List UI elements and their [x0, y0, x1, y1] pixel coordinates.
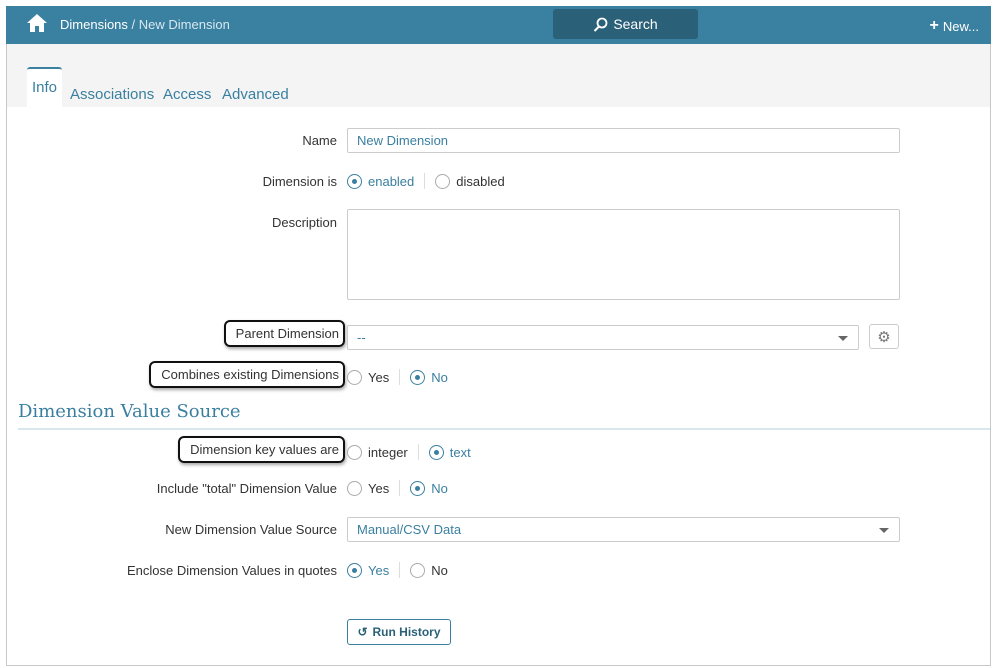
breadcrumb-separator: /	[127, 17, 139, 32]
description-label: Description	[271, 215, 337, 230]
top-bar: Dimensions / New Dimension Search + New..…	[6, 6, 991, 44]
parent-dimension-label: Parent Dimension	[223, 320, 345, 347]
combines-radio-group: Yes No	[347, 369, 448, 385]
breadcrumb-root[interactable]: Dimensions	[60, 17, 128, 32]
combines-label: Combines existing Dimensions	[149, 361, 345, 388]
radio-combines-yes[interactable]: Yes	[347, 369, 389, 385]
name-input[interactable]: New Dimension	[347, 128, 900, 153]
key-values-radio-group: integer text	[347, 444, 471, 460]
enclose-quotes-label: Enclose Dimension Values in quotes	[126, 563, 337, 578]
history-icon: ↺	[357, 625, 368, 639]
enclose-quotes-radio-group: Yes No	[347, 562, 448, 578]
include-total-radio-group: Yes No	[347, 480, 448, 496]
tab-info[interactable]: Info	[27, 67, 62, 108]
radio-disabled[interactable]: disabled	[435, 173, 505, 189]
radio-quotes-yes[interactable]: Yes	[347, 562, 389, 578]
chevron-down-icon	[879, 527, 889, 533]
key-values-label: Dimension key values are	[178, 436, 345, 463]
breadcrumb: Dimensions / New Dimension	[60, 17, 230, 32]
dimension-is-label: Dimension is	[262, 174, 337, 189]
radio-total-yes[interactable]: Yes	[347, 480, 389, 496]
parent-dimension-value: --	[357, 330, 366, 345]
radio-total-no[interactable]: No	[410, 480, 448, 496]
tab-bar: Info Associations Access Advanced	[7, 44, 990, 108]
search-label: Search	[613, 16, 658, 32]
new-label: New...	[942, 18, 979, 34]
plus-icon: +	[929, 17, 939, 34]
home-icon[interactable]	[26, 13, 48, 36]
value-source-label: New Dimension Value Source	[165, 522, 337, 537]
tab-advanced[interactable]: Advanced	[222, 86, 289, 103]
radio-quotes-no[interactable]: No	[410, 562, 448, 578]
search-button[interactable]: Search	[553, 9, 698, 39]
value-source-select[interactable]: Manual/CSV Data	[347, 517, 900, 542]
tab-associations[interactable]: Associations	[70, 86, 154, 103]
radio-combines-no[interactable]: No	[410, 369, 448, 385]
run-history-label: Run History	[372, 625, 441, 639]
search-icon	[594, 17, 608, 32]
new-button[interactable]: + New...	[930, 17, 979, 35]
radio-text[interactable]: text	[428, 444, 471, 460]
dimension-is-radio-group: enabled disabled	[347, 173, 505, 189]
name-label: Name	[302, 133, 337, 148]
include-total-label: Include "total" Dimension Value	[156, 481, 337, 496]
value-source-value: Manual/CSV Data	[357, 522, 462, 537]
breadcrumb-current: New Dimension	[138, 17, 230, 32]
parent-dimension-select[interactable]: --	[347, 325, 859, 350]
gear-icon: ⚙	[877, 328, 891, 346]
radio-enabled[interactable]: enabled	[347, 173, 414, 189]
radio-integer[interactable]: integer	[347, 444, 408, 460]
description-textarea[interactable]	[347, 209, 900, 300]
run-history-button[interactable]: ↺ Run History	[347, 619, 451, 645]
section-title: Dimension Value Source	[18, 401, 990, 430]
tab-access[interactable]: Access	[163, 86, 211, 103]
gear-button[interactable]: ⚙	[869, 324, 899, 349]
chevron-down-icon	[838, 335, 848, 341]
